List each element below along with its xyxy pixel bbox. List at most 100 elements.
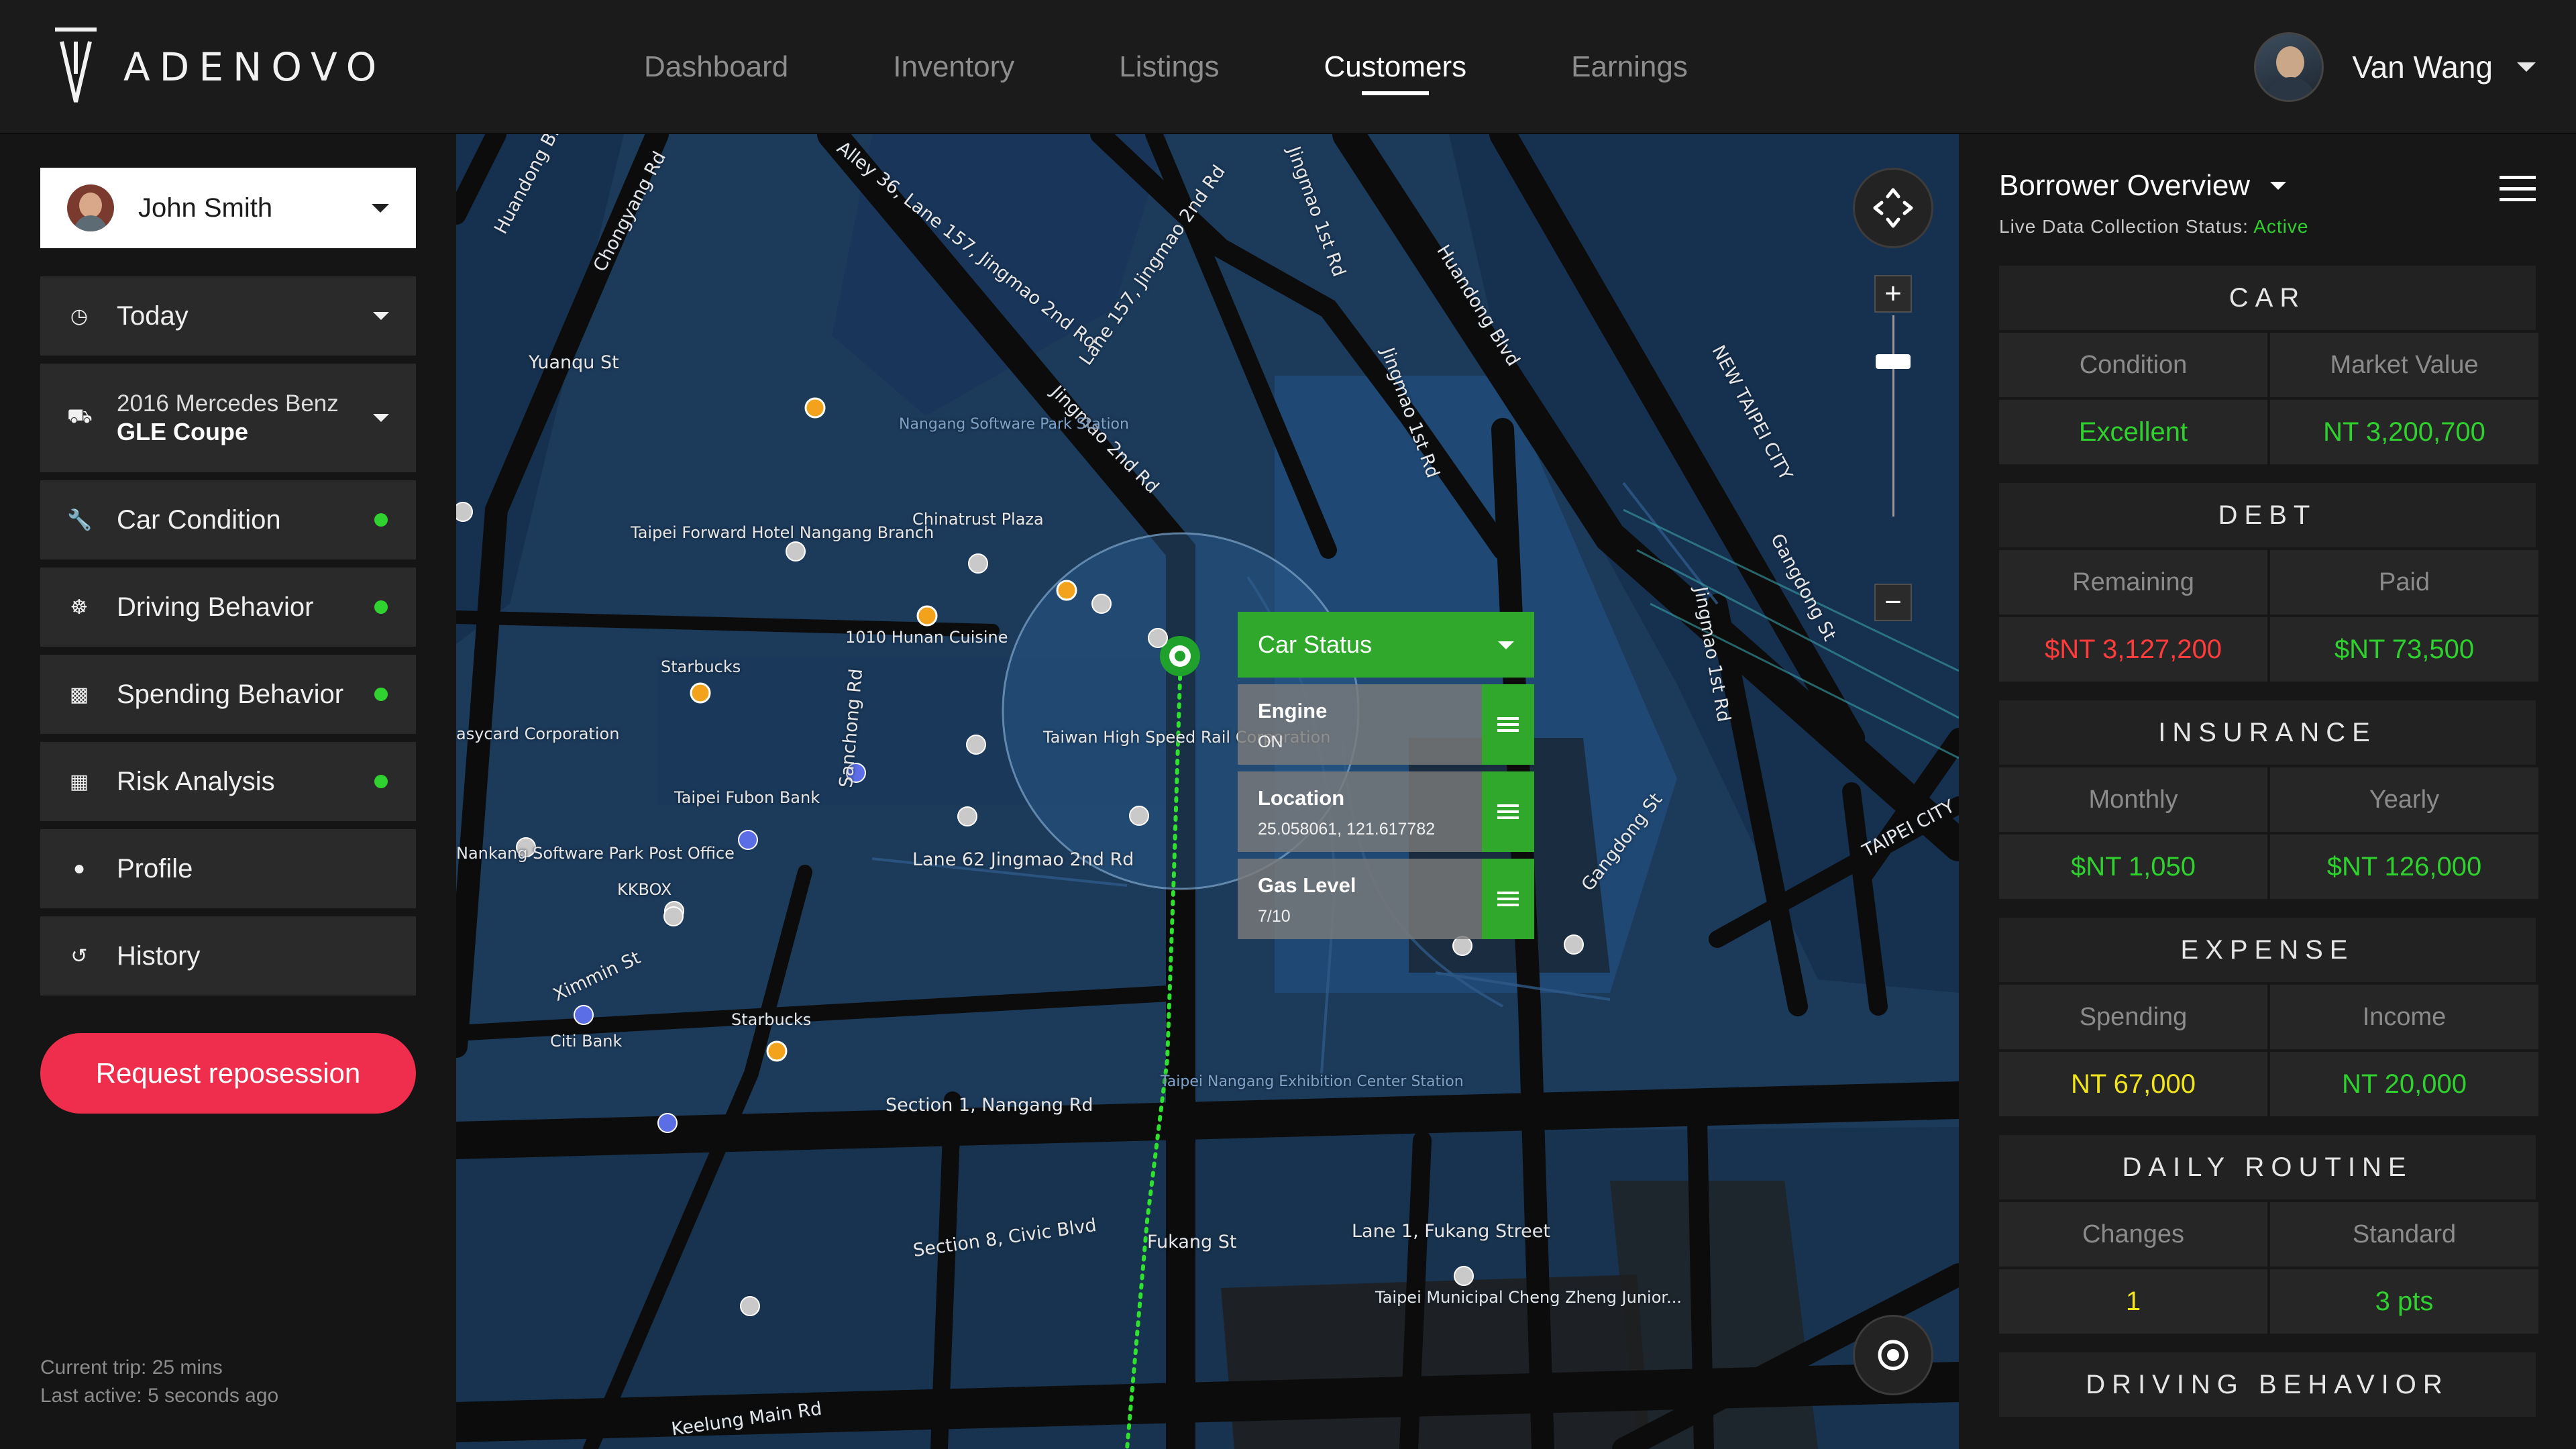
request-repossession-button[interactable]: Request reposession [40, 1033, 416, 1114]
sidebar-item-label: Profile [117, 853, 193, 883]
section-label: Standard [2270, 1202, 2538, 1267]
trip-info: Current trip: 25 mins Last active: 5 sec… [40, 1354, 278, 1410]
cash-icon: ▩ [69, 683, 89, 706]
map-view[interactable]: Huandong Blvd Chongyang Rd Alley 36, Lan… [456, 134, 1959, 1449]
nav-customers[interactable]: Customers [1324, 0, 1466, 134]
section-label: Paid [2270, 550, 2538, 614]
sidebar-item-spending-behavior[interactable]: ▩ Spending Behavior [40, 655, 416, 734]
map-label: Lane 62 Jingmao 2nd Rd [912, 849, 1134, 870]
vehicle-dropdown[interactable]: ⛟ 2016 Mercedes Benz GLE Coupe [40, 364, 416, 472]
expand-arrows-icon [1873, 188, 1913, 228]
hamburger-menu-icon[interactable] [2500, 176, 2536, 201]
zoom-in-button[interactable]: + [1874, 275, 1912, 313]
sidebar-item-label: Spending Behavior [117, 679, 344, 709]
wrench-icon: 🔧 [67, 508, 93, 531]
map-label: asycard Corporation [456, 724, 620, 743]
avatar [2254, 32, 2324, 102]
section-value: 1 [1999, 1269, 2267, 1334]
map-label: Fukang St [1147, 1232, 1237, 1252]
section-car: CAR Condition Market Value Excellent NT … [1999, 266, 2538, 464]
data-collection-status: Live Data Collection Status: Active [1999, 216, 2308, 237]
chevron-down-icon [372, 204, 389, 213]
status-row-value: ON [1258, 733, 1283, 751]
status-row-value: 25.058061, 121.617782 [1258, 820, 1436, 839]
overview-dropdown[interactable]: Borrower Overview [1999, 169, 2287, 203]
location-menu-button[interactable] [1482, 771, 1534, 852]
engine-menu-button[interactable] [1482, 684, 1534, 765]
nav-inventory[interactable]: Inventory [893, 0, 1014, 134]
section-label: Remaining [1999, 550, 2267, 614]
date-range-dropdown[interactable]: ◷ Today [40, 276, 416, 356]
section-label: Spending [1999, 985, 2267, 1049]
vehicle-label: 2016 Mercedes Benz GLE Coupe [117, 390, 339, 446]
person-icon: ● [72, 857, 86, 879]
map-label: Taipei Nangang Exhibition Center Station [1161, 1073, 1464, 1090]
sidebar-item-driving-behavior[interactable]: ☸ Driving Behavior [40, 568, 416, 647]
main-nav: Dashboard Inventory Listings Customers E… [644, 0, 1792, 134]
hamburger-icon [1497, 892, 1519, 906]
status-dot [374, 600, 388, 614]
section-insurance: INSURANCE Monthly Yearly $NT 1,050 $NT 1… [1999, 700, 2538, 899]
recenter-button[interactable] [1853, 168, 1933, 248]
map-label: KKBOX [617, 880, 672, 899]
status-dot [374, 688, 388, 701]
status-row-value: 7/10 [1258, 907, 1291, 926]
status-row-body: Location 25.058061, 121.617782 [1238, 771, 1482, 852]
chevron-down-icon [373, 312, 389, 320]
section-title: DAILY ROUTINE [1999, 1135, 2536, 1199]
chevron-down-icon [373, 414, 389, 422]
history-icon: ↺ [70, 945, 88, 967]
user-menu[interactable]: Van Wang [2254, 32, 2536, 102]
chevron-down-icon [1498, 641, 1514, 649]
brand-name: ADENOVO [123, 44, 386, 90]
section-value: $NT 1,050 [1999, 835, 2267, 899]
zoom-out-button[interactable]: − [1874, 584, 1912, 621]
map-label: Taipei Fubon Bank [674, 788, 820, 807]
status-row-title: Engine [1258, 699, 1328, 722]
sidebar-item-label: Risk Analysis [117, 766, 275, 796]
customer-name: John Smith [138, 193, 273, 223]
section-label: Income [2270, 985, 2538, 1049]
map-label: Taipei Municipal Cheng Zheng Junior... [1375, 1288, 1682, 1307]
status-row-title: Location [1258, 786, 1345, 810]
nav-dashboard[interactable]: Dashboard [644, 0, 788, 134]
map-label: Nangang Software Park Station [899, 416, 1129, 433]
section-driving-behavior: DRIVING BEHAVIOR [1999, 1352, 2536, 1417]
map-label: 1010 Hunan Cuisine [845, 628, 1008, 647]
status-label: Live Data Collection Status: [1999, 216, 2254, 237]
sidebar-item-car-condition[interactable]: 🔧 Car Condition [40, 480, 416, 559]
gas-menu-button[interactable] [1482, 859, 1534, 939]
section-title: DRIVING BEHAVIOR [1999, 1352, 2536, 1417]
status-dot [374, 775, 388, 788]
map-label: Starbucks [661, 657, 741, 676]
customer-avatar [67, 184, 114, 231]
sidebar-menu: ◷ Today ⛟ 2016 Mercedes Benz GLE Coupe 🔧… [40, 276, 416, 1004]
top-bar: ADENOVO Dashboard Inventory Listings Cus… [0, 0, 2576, 134]
sidebar-item-label: Driving Behavior [117, 592, 314, 622]
section-value: Excellent [1999, 400, 2267, 464]
user-name: Van Wang [2352, 50, 2493, 85]
sidebar-item-profile[interactable]: ● Profile [40, 829, 416, 908]
car-status-panel: Car Status Engine ON Location 25.058061,… [1238, 612, 1534, 939]
map-label: Chinatrust Plaza [912, 510, 1044, 529]
status-row-body: Gas Level 7/10 [1238, 859, 1482, 939]
locate-button[interactable] [1853, 1315, 1933, 1395]
nav-listings[interactable]: Listings [1119, 0, 1219, 134]
vehicle-model-year: 2016 Mercedes Benz [117, 390, 339, 417]
sidebar-item-risk-analysis[interactable]: ▦ Risk Analysis [40, 742, 416, 821]
section-value: $NT 3,127,200 [1999, 617, 2267, 682]
section-title: DEBT [1999, 483, 2536, 547]
zoom-slider-handle[interactable] [1876, 354, 1911, 369]
nav-earnings[interactable]: Earnings [1571, 0, 1688, 134]
sidebar-item-history[interactable]: ↺ History [40, 916, 416, 996]
car-status-dropdown[interactable]: Car Status [1238, 612, 1534, 678]
brand-logo[interactable]: ADENOVO [52, 27, 386, 107]
section-title: INSURANCE [1999, 700, 2536, 765]
customer-selector[interactable]: John Smith [40, 168, 416, 248]
sidebar-item-label: History [117, 941, 201, 971]
section-daily-routine: DAILY ROUTINE Changes Standard 1 3 pts [1999, 1135, 2538, 1334]
zoom-slider-track[interactable] [1892, 315, 1894, 517]
vehicle-model-name: GLE Coupe [117, 418, 248, 445]
map-label: Starbucks [731, 1010, 812, 1029]
section-debt: DEBT Remaining Paid $NT 3,127,200 $NT 73… [1999, 483, 2538, 682]
